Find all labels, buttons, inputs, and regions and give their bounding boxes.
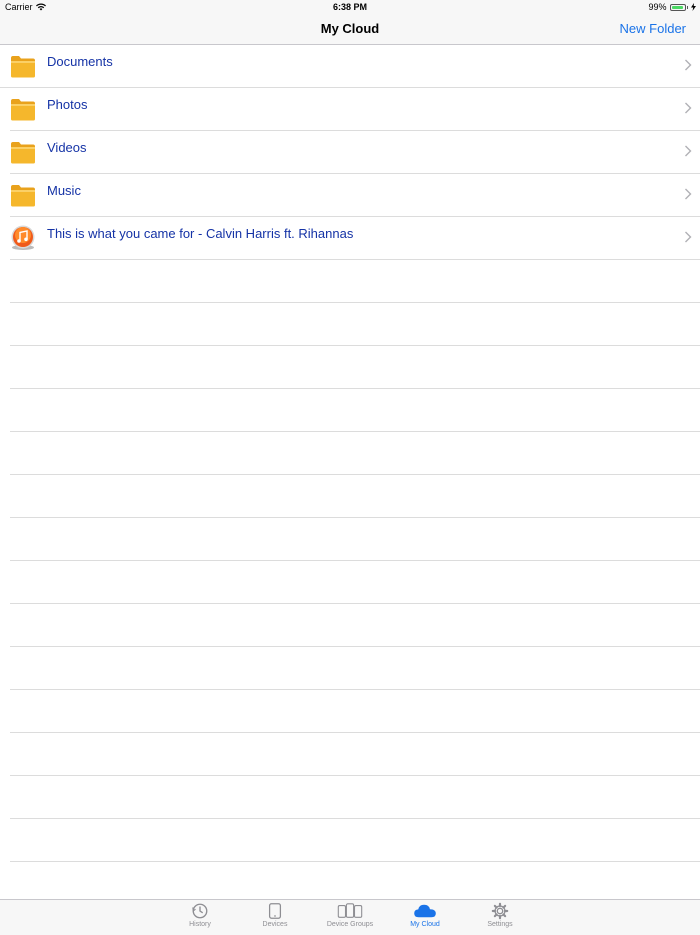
tab-history[interactable]: History	[165, 902, 235, 934]
tab-label: Devices	[262, 921, 288, 928]
list-item[interactable]: This is what you came for - Calvin Harri…	[10, 217, 700, 260]
empty-row	[10, 432, 700, 475]
empty-row	[10, 604, 700, 647]
charging-icon	[691, 3, 696, 11]
tab-device-groups[interactable]: Device Groups	[315, 902, 385, 934]
list-item-label: Photos	[47, 97, 88, 112]
chevron-right-icon	[684, 230, 692, 244]
list-item[interactable]: Photos	[10, 88, 700, 131]
folder-icon	[10, 139, 36, 165]
folder-icon	[10, 96, 36, 122]
empty-row	[10, 346, 700, 389]
list-item-label: This is what you came for - Calvin Harri…	[47, 226, 354, 241]
tab-settings[interactable]: Settings	[465, 902, 535, 934]
empty-row	[10, 389, 700, 432]
navigation-bar: My Cloud New Folder	[0, 14, 700, 45]
list-item[interactable]: Videos	[10, 131, 700, 174]
empty-row	[10, 518, 700, 561]
tab-label: Device Groups	[326, 921, 374, 928]
battery-percent: 99%	[648, 2, 667, 12]
empty-row	[10, 690, 700, 733]
chevron-right-icon	[684, 144, 692, 158]
list-item-label: Documents	[47, 54, 113, 69]
list-item[interactable]: Documents	[0, 45, 700, 88]
tab-my-cloud[interactable]: My Cloud	[390, 902, 460, 934]
tab-devices[interactable]: Devices	[240, 902, 310, 934]
tab-bar: History Devices Device Groups My Cloud Setti…	[0, 899, 700, 935]
tablet-icon	[240, 902, 310, 920]
chevron-right-icon	[684, 187, 692, 201]
list-item[interactable]: Music	[10, 174, 700, 217]
tab-label: Settings	[487, 921, 513, 928]
status-bar: Carrier 6:38 PM 99%	[0, 0, 700, 14]
cloud-icon	[390, 902, 460, 920]
chevron-right-icon	[684, 58, 692, 72]
list-item-label: Music	[47, 183, 81, 198]
device-groups-icon	[315, 902, 385, 920]
status-time: 6:38 PM	[332, 2, 367, 12]
empty-row	[10, 647, 700, 690]
empty-row	[10, 303, 700, 346]
file-list: Documents Photos Videos Music This is what y…	[0, 45, 700, 905]
page-title: My Cloud	[320, 21, 380, 36]
folder-icon	[10, 182, 36, 208]
music-file-icon	[10, 225, 36, 251]
tab-label: My Cloud	[410, 921, 440, 928]
status-right: 99%	[648, 0, 696, 14]
empty-row	[10, 475, 700, 518]
battery-icon	[669, 3, 686, 11]
empty-row	[10, 260, 700, 303]
empty-row	[10, 776, 700, 819]
new-folder-button[interactable]: New Folder	[620, 21, 686, 36]
battery-level	[671, 5, 684, 9]
history-icon	[165, 902, 235, 920]
empty-row	[10, 733, 700, 776]
empty-row	[10, 819, 700, 862]
tab-label: History	[189, 921, 211, 928]
gear-icon	[465, 902, 535, 920]
list-item-label: Videos	[47, 140, 87, 155]
chevron-right-icon	[684, 101, 692, 115]
folder-icon	[10, 53, 36, 79]
empty-row	[10, 561, 700, 604]
battery-tip	[686, 5, 688, 9]
